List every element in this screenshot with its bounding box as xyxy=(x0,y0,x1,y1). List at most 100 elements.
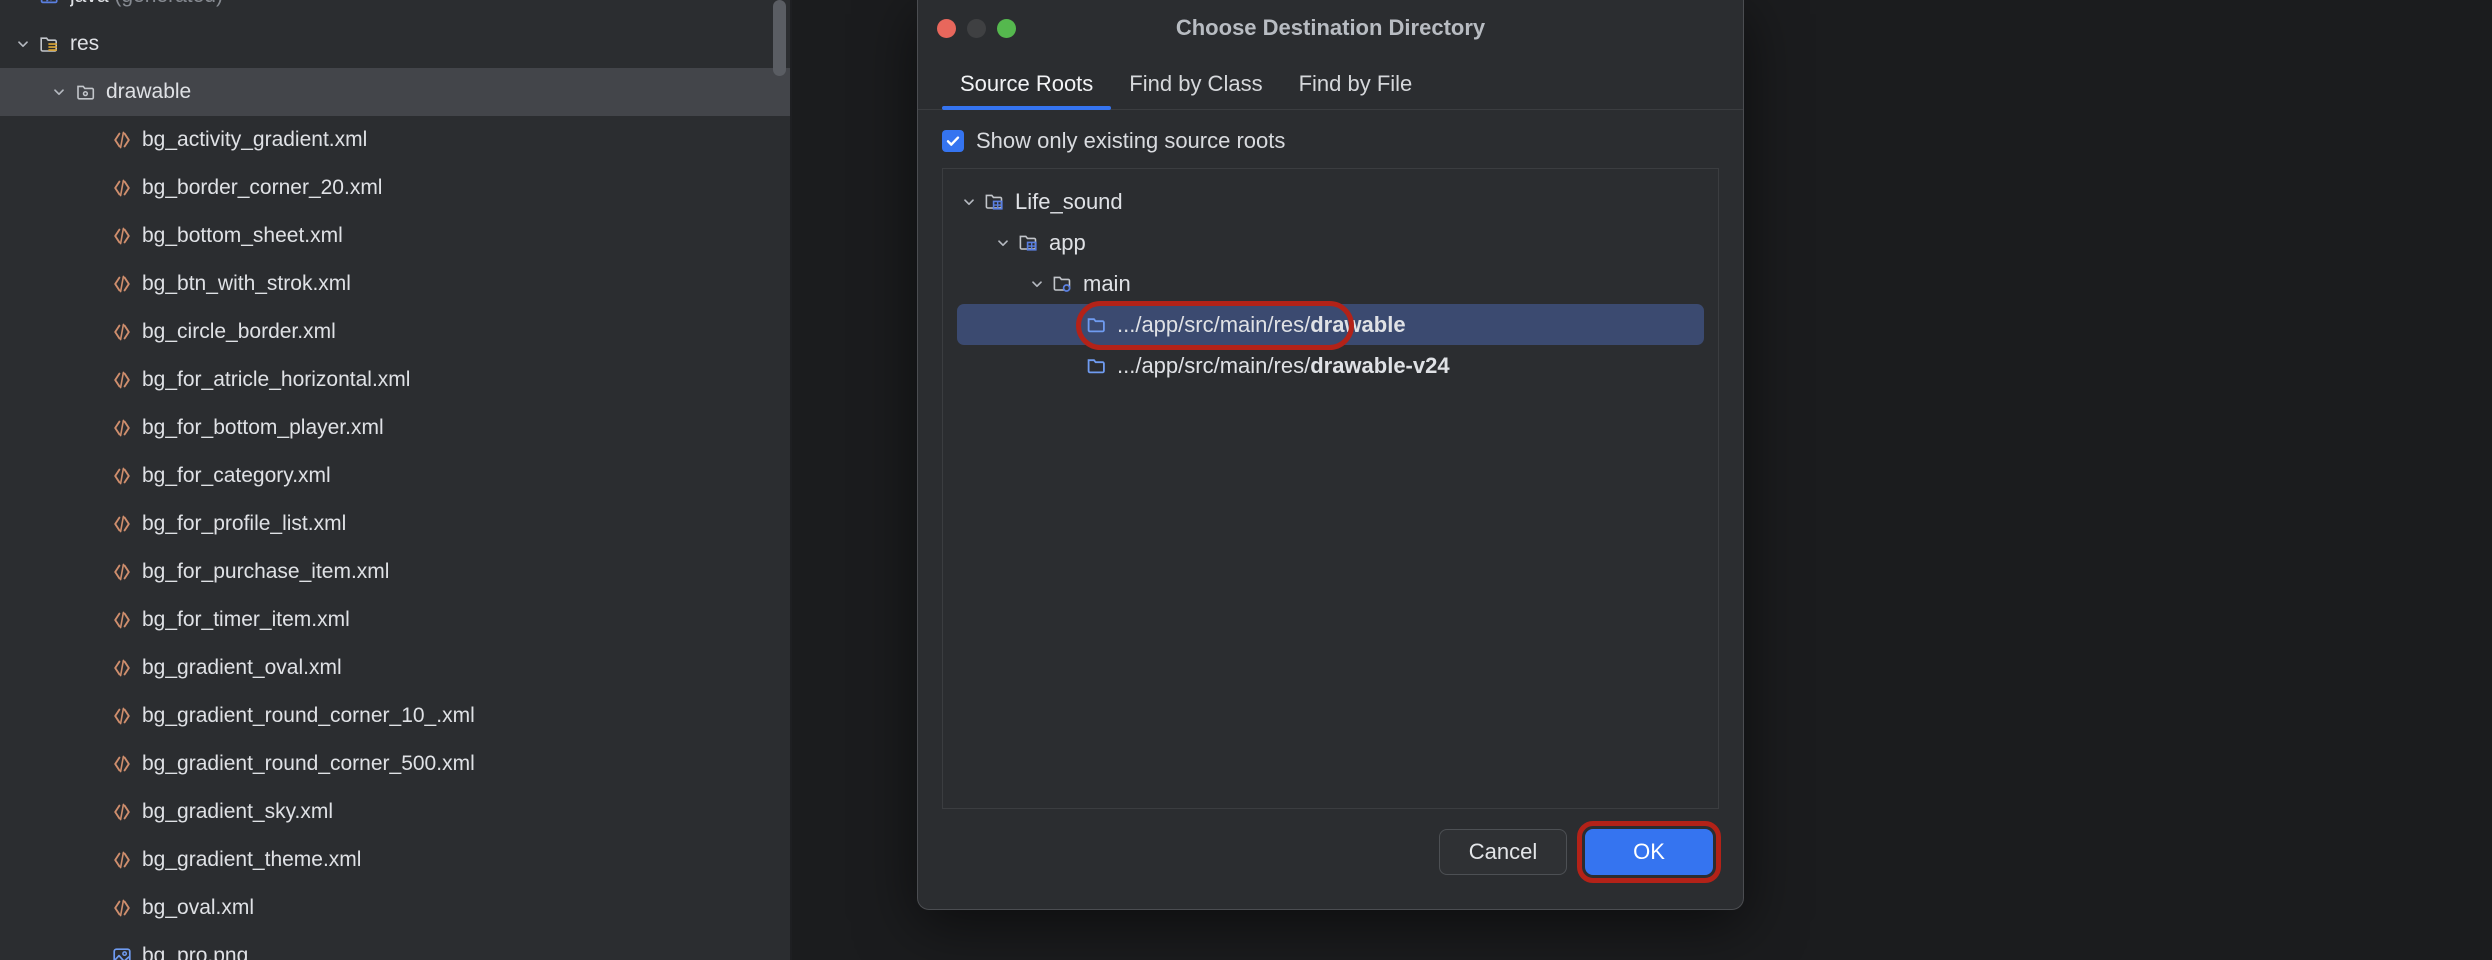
source-roots-tree-row[interactable]: .../app/src/main/res/drawable-v24 xyxy=(943,345,1718,386)
project-tree-row[interactable]: drawable xyxy=(0,68,790,116)
chevron-down-icon[interactable] xyxy=(957,195,981,209)
chevron-down-icon xyxy=(962,195,976,209)
project-tree-scrollbar[interactable] xyxy=(773,0,786,960)
source-roots-tree-row[interactable]: Life_sound xyxy=(943,181,1718,222)
project-tree-row[interactable]: bg_activity_gradient.xml xyxy=(0,116,790,164)
project-tree-row[interactable]: bg_oval.xml xyxy=(0,884,790,932)
xml-file-icon xyxy=(108,176,136,200)
module-folder-icon xyxy=(1015,231,1043,255)
xml-file-icon xyxy=(108,608,136,632)
dialog-title: Choose Destination Directory xyxy=(918,0,1743,56)
project-tree-row-label: drawable xyxy=(106,80,191,104)
chevron-down-icon xyxy=(996,236,1010,250)
xml-file-icon xyxy=(108,224,136,248)
close-window-button[interactable] xyxy=(937,19,956,38)
dialog-footer: Cancel OK xyxy=(918,809,1743,909)
project-tree-row-label: bg_for_timer_item.xml xyxy=(142,608,350,632)
source-folder-icon xyxy=(1049,272,1077,296)
source-roots-tree-row[interactable]: .../app/src/main/res/drawable xyxy=(943,304,1718,345)
scrollbar-thumb[interactable] xyxy=(773,0,786,76)
project-tree-row[interactable]: res xyxy=(0,20,790,68)
ok-button[interactable]: OK xyxy=(1585,829,1713,875)
source-roots-tree-row[interactable]: main xyxy=(943,263,1718,304)
module-folder-icon xyxy=(983,191,1007,213)
project-tree-row[interactable]: bg_for_category.xml xyxy=(0,452,790,500)
project-tree-row[interactable]: bg_gradient_round_corner_10_.xml xyxy=(0,692,790,740)
minimize-window-button[interactable] xyxy=(967,19,986,38)
source-roots-tree-panel[interactable]: Life_soundappmain.../app/src/main/res/dr… xyxy=(942,168,1719,809)
res-folder-icon xyxy=(38,33,62,55)
source-roots-tree[interactable]: Life_soundappmain.../app/src/main/res/dr… xyxy=(943,181,1718,386)
choose-destination-directory-dialog[interactable]: Choose Destination Directory Source Root… xyxy=(917,0,1744,910)
project-tree-row[interactable]: bg_gradient_theme.xml xyxy=(0,836,790,884)
xml-file-icon xyxy=(111,705,133,727)
zoom-window-button[interactable] xyxy=(997,19,1016,38)
chevron-down-icon[interactable] xyxy=(1025,277,1049,291)
folder-icon xyxy=(1085,314,1109,336)
checkmark-icon xyxy=(945,133,961,149)
folder-icon xyxy=(1083,354,1111,378)
cancel-button[interactable]: Cancel xyxy=(1439,829,1567,875)
project-tree-row-label: bg_btn_with_strok.xml xyxy=(142,272,351,296)
xml-file-icon xyxy=(111,801,133,823)
project-tree-row-label: bg_for_purchase_item.xml xyxy=(142,560,389,584)
project-tree-row[interactable]: bg_circle_border.xml xyxy=(0,308,790,356)
project-tree-row[interactable]: bg_for_atricle_horizontal.xml xyxy=(0,356,790,404)
xml-file-icon xyxy=(111,849,133,871)
source-roots-tree-row-label: Life_sound xyxy=(1015,189,1123,215)
xml-file-icon xyxy=(111,417,133,439)
dialog-tabs[interactable]: Source RootsFind by ClassFind by File xyxy=(918,56,1743,110)
project-tool-window[interactable]: java (generated)res drawable bg_activity_g… xyxy=(0,0,792,960)
project-tree-row[interactable]: bg_gradient_round_corner_500.xml xyxy=(0,740,790,788)
xml-file-icon xyxy=(108,464,136,488)
xml-file-icon xyxy=(111,513,133,535)
show-only-existing-source-roots-row[interactable]: Show only existing source roots xyxy=(918,110,1743,168)
drawable-folder-icon xyxy=(72,80,100,104)
project-tree-row[interactable]: bg_border_corner_20.xml xyxy=(0,164,790,212)
chevron-down-icon[interactable] xyxy=(46,85,72,99)
png-image-file-icon xyxy=(111,945,133,960)
chevron-down-icon xyxy=(1030,277,1044,291)
xml-file-icon xyxy=(108,560,136,584)
xml-file-icon xyxy=(108,272,136,296)
xml-file-icon xyxy=(111,561,133,583)
xml-file-icon xyxy=(108,512,136,536)
module-folder-icon xyxy=(1017,232,1041,254)
project-tree-row[interactable]: bg_gradient_sky.xml xyxy=(0,788,790,836)
project-tree-row-label: bg_gradient_sky.xml xyxy=(142,800,333,824)
ok-button-wrapper: OK xyxy=(1585,829,1713,875)
project-tree-row[interactable]: bg_gradient_oval.xml xyxy=(0,644,790,692)
project-tree-row-label: bg_gradient_oval.xml xyxy=(142,656,342,680)
project-tree-row[interactable]: bg_pro.png xyxy=(0,932,790,960)
xml-file-icon xyxy=(108,848,136,872)
project-tree-row[interactable]: java (generated) xyxy=(0,0,790,20)
xml-file-icon xyxy=(111,177,133,199)
show-only-existing-source-roots-checkbox[interactable] xyxy=(942,130,964,152)
tab-find-by-file[interactable]: Find by File xyxy=(1281,71,1431,109)
chevron-down-icon[interactable] xyxy=(991,236,1015,250)
drawable-folder-icon xyxy=(74,81,98,103)
dialog-titlebar: Choose Destination Directory xyxy=(918,0,1743,56)
source-folder-icon xyxy=(1051,273,1075,295)
project-tree-row[interactable]: bg_bottom_sheet.xml xyxy=(0,212,790,260)
project-tree-row[interactable]: bg_for_purchase_item.xml xyxy=(0,548,790,596)
project-tree-row[interactable]: bg_for_bottom_player.xml xyxy=(0,404,790,452)
java-generated-folder-icon xyxy=(38,0,62,7)
xml-file-icon xyxy=(108,656,136,680)
tab-source-roots[interactable]: Source Roots xyxy=(942,71,1111,109)
java-generated-folder-icon xyxy=(36,0,64,8)
project-tree-row-label: bg_circle_border.xml xyxy=(142,320,336,344)
project-tree-row[interactable]: bg_for_timer_item.xml xyxy=(0,596,790,644)
xml-file-icon xyxy=(108,128,136,152)
xml-file-icon xyxy=(108,752,136,776)
project-file-tree[interactable]: java (generated)res drawable bg_activity_g… xyxy=(0,0,790,960)
source-roots-tree-row[interactable]: app xyxy=(943,222,1718,263)
xml-file-icon xyxy=(111,753,133,775)
project-tree-row[interactable]: bg_btn_with_strok.xml xyxy=(0,260,790,308)
tab-find-by-class[interactable]: Find by Class xyxy=(1111,71,1280,109)
chevron-down-icon[interactable] xyxy=(10,0,36,3)
chevron-down-icon[interactable] xyxy=(10,37,36,51)
project-tree-row[interactable]: bg_for_profile_list.xml xyxy=(0,500,790,548)
xml-file-icon xyxy=(108,896,136,920)
res-folder-icon xyxy=(36,32,64,56)
